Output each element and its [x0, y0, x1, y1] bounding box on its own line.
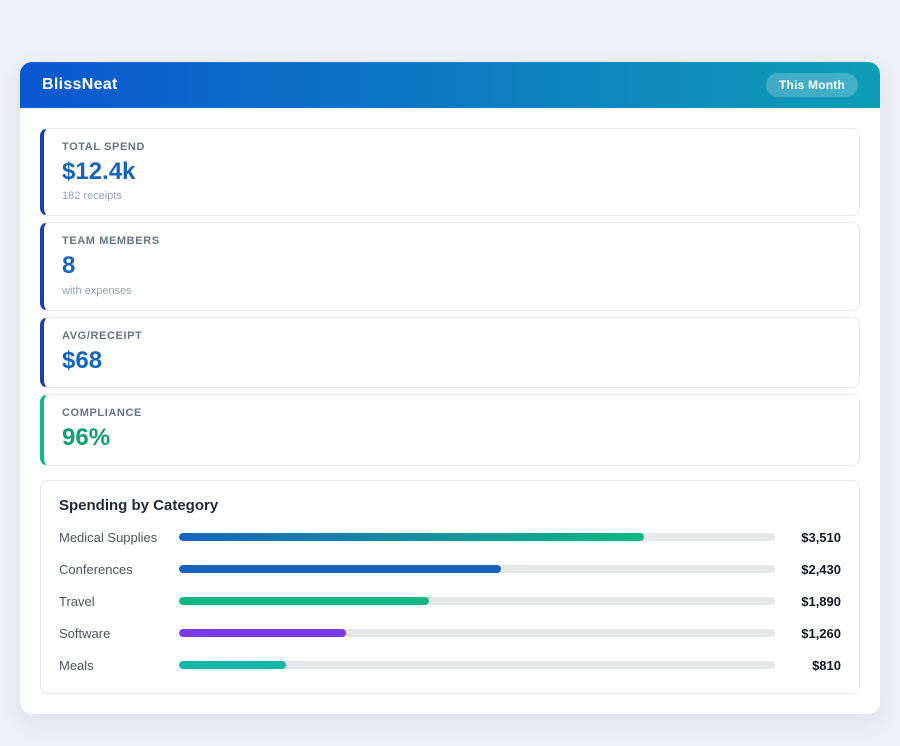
app-header: BlissNeat This Month: [20, 62, 880, 108]
stat-card-total-spend: TOTAL SPEND $12.4k 182 receipts: [40, 128, 860, 216]
bar-fill: [179, 597, 429, 605]
category-row: Software $1,260: [59, 626, 841, 641]
category-label: Conferences: [59, 562, 179, 577]
category-value: $1,260: [775, 626, 841, 641]
category-label: Meals: [59, 658, 179, 673]
stat-label: COMPLIANCE: [62, 407, 841, 419]
category-value: $3,510: [775, 530, 841, 545]
period-badge[interactable]: This Month: [766, 73, 858, 97]
stat-label: TEAM MEMBERS: [62, 235, 841, 247]
category-label: Travel: [59, 594, 179, 609]
bar-fill: [179, 565, 501, 573]
category-label: Software: [59, 626, 179, 641]
category-label: Medical Supplies: [59, 530, 179, 545]
bar-fill: [179, 661, 286, 669]
bar-fill: [179, 533, 644, 541]
category-row: Conferences $2,430: [59, 562, 841, 577]
panel-title: Spending by Category: [59, 497, 841, 514]
stat-subtext: with expenses: [62, 285, 841, 297]
category-value: $1,890: [775, 594, 841, 609]
app-body: TOTAL SPEND $12.4k 182 receipts TEAM MEM…: [20, 108, 880, 714]
stat-value: 96%: [62, 425, 841, 451]
dashboard-card: BlissNeat This Month TOTAL SPEND $12.4k …: [20, 62, 880, 714]
bar-track: [179, 597, 775, 605]
category-row: Travel $1,890: [59, 594, 841, 609]
bar-track: [179, 629, 775, 637]
bar-fill: [179, 629, 346, 637]
stat-value: $12.4k: [62, 159, 841, 185]
app-title: BlissNeat: [42, 76, 118, 94]
stat-card-team-members: TEAM MEMBERS 8 with expenses: [40, 222, 860, 310]
stat-card-compliance: COMPLIANCE 96%: [40, 394, 860, 465]
category-value: $2,430: [775, 562, 841, 577]
stat-card-avg-receipt: AVG/RECEIPT $68: [40, 317, 860, 388]
stat-label: AVG/RECEIPT: [62, 330, 841, 342]
stat-value: $68: [62, 348, 841, 374]
bar-track: [179, 533, 775, 541]
bar-track: [179, 661, 775, 669]
stat-label: TOTAL SPEND: [62, 141, 841, 153]
spending-by-category-panel: Spending by Category Medical Supplies $3…: [40, 480, 860, 694]
category-row: Meals $810: [59, 658, 841, 673]
stat-subtext: 182 receipts: [62, 190, 841, 202]
category-value: $810: [775, 658, 841, 673]
stat-value: 8: [62, 253, 841, 279]
bar-track: [179, 565, 775, 573]
category-row: Medical Supplies $3,510: [59, 530, 841, 545]
